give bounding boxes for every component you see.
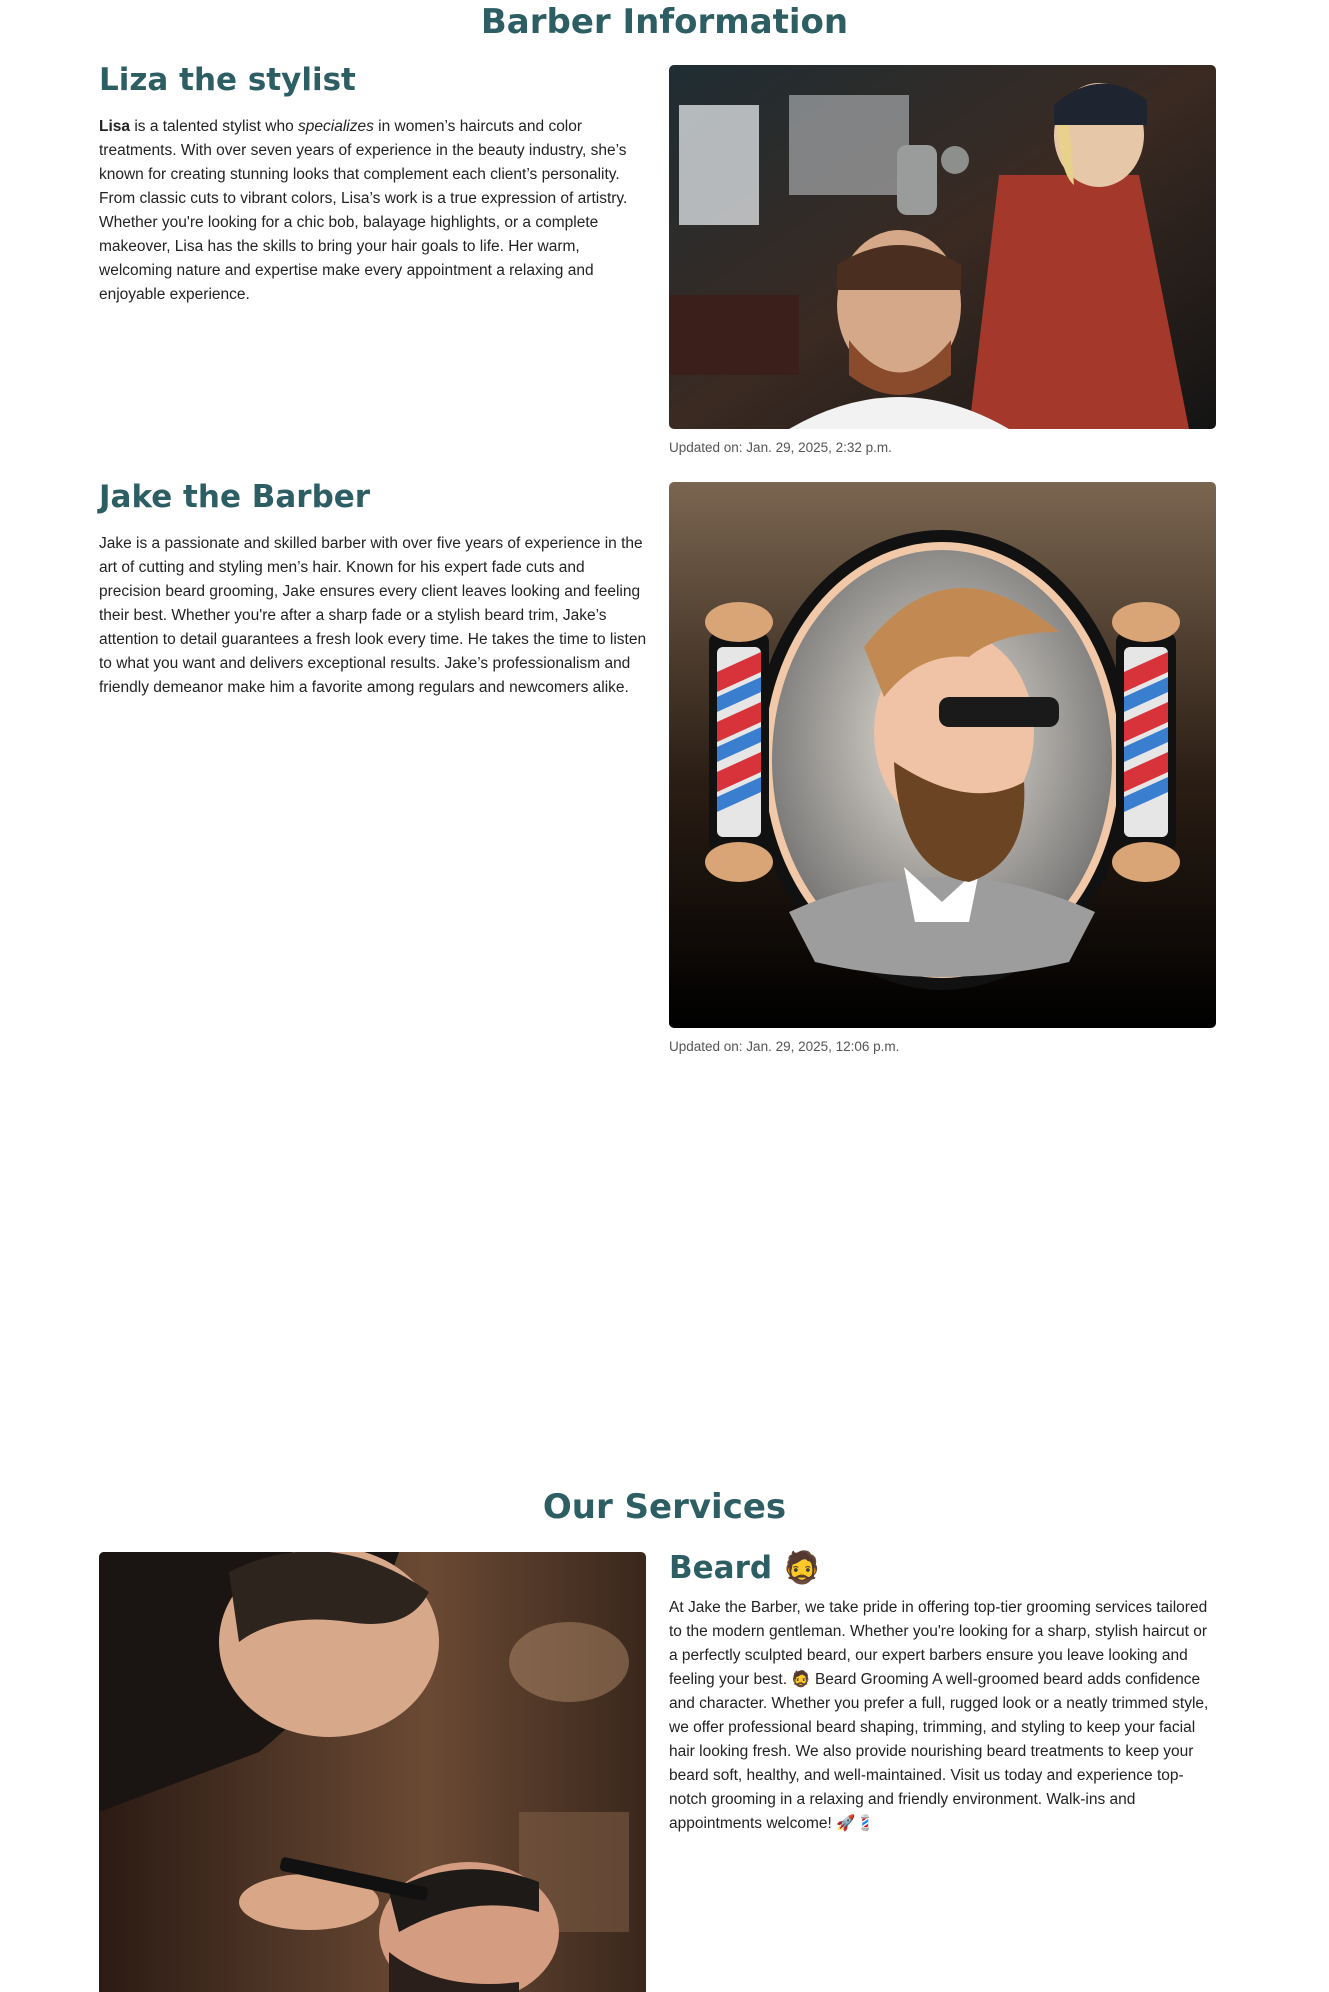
barber-name-liza: Liza the stylist [99,62,356,98]
bio-text: in women’s haircuts and color treatments… [99,118,628,303]
updated-timestamp-jake: Updated on: Jan. 29, 2025, 12:06 p.m. [669,1039,900,1054]
barber-photo-liza [669,65,1216,429]
barber-info-title: Barber Information [480,2,849,42]
services-title: Our Services [542,1487,787,1527]
bio-text: is a talented stylist who [130,118,299,135]
bio-emphasis: specializes [298,118,374,135]
barber-photo-jake [669,482,1216,1028]
barber-bio-jake: Jake is a passionate and skilled barber … [99,535,647,696]
barber-name-jake: Jake the Barber [99,479,371,515]
bio-lead-name: Lisa [99,118,131,135]
service-name-beard: Beard 🧔 [669,1550,822,1586]
page: Barber Information Liza the stylist Lisa… [0,0,1329,1992]
updated-timestamp-liza: Updated on: Jan. 29, 2025, 2:32 p.m. [669,440,892,455]
barber-bio-liza: Lisa is a talented stylist who specializ… [99,115,649,307]
service-description-beard: At Jake the Barber, we take pride in off… [669,1599,1209,1832]
service-photo-beard [99,1552,646,1992]
